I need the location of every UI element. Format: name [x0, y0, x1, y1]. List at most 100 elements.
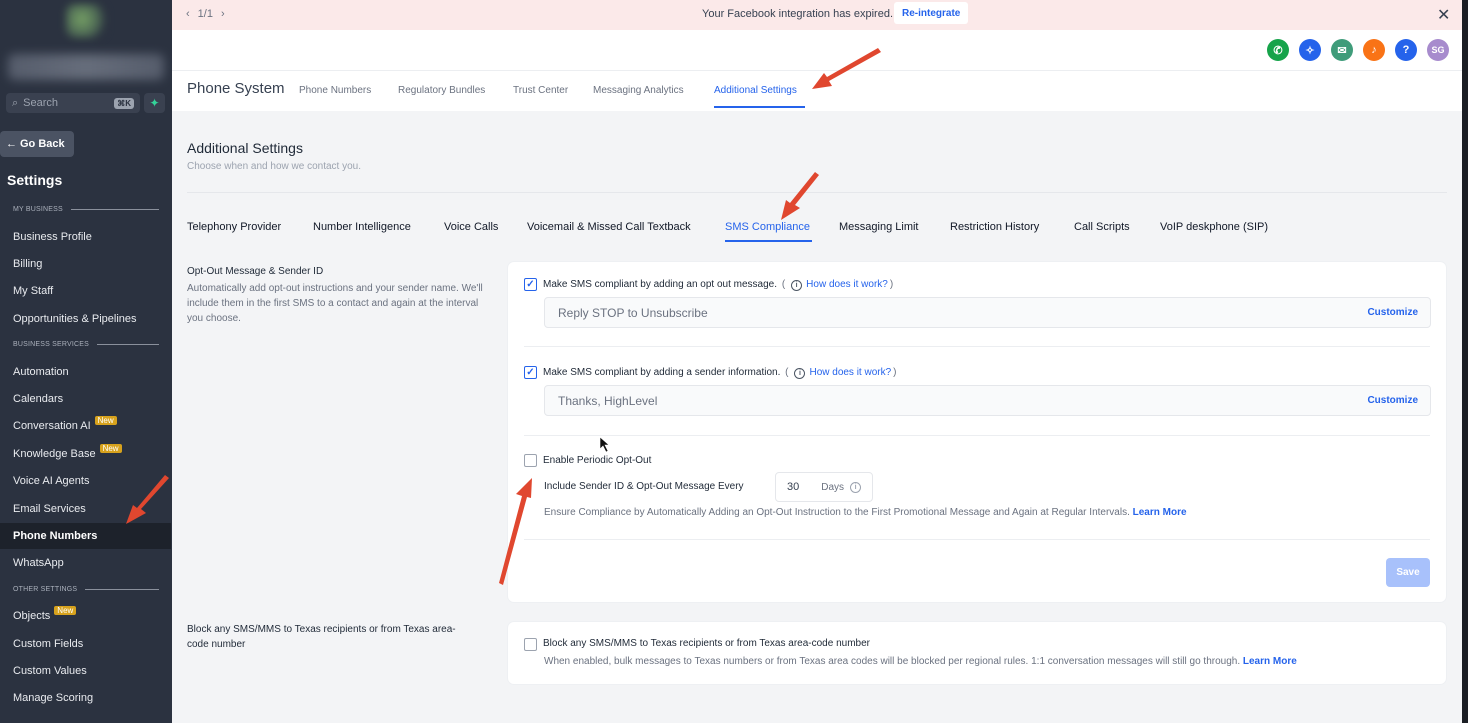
- main-content: ‹ 1/1 › Your Facebook integration has ex…: [172, 0, 1462, 723]
- sidebar-item-conversation-ai[interactable]: Conversation AI New: [13, 415, 117, 432]
- new-badge: New: [94, 415, 117, 425]
- sidebar-item-objects[interactable]: Objects New: [13, 605, 77, 622]
- opt-out-label: Make SMS compliant by adding an opt out …: [543, 279, 778, 290]
- compliance-note: Ensure Compliance by Automatically Addin…: [544, 507, 1187, 518]
- search-icon: ⌕: [12, 96, 19, 109]
- save-button[interactable]: Save: [1386, 558, 1430, 587]
- periodic-opt-out-checkbox[interactable]: [524, 454, 537, 467]
- texas-section-label: Block any SMS/MMS to Texas recipients or…: [187, 624, 456, 650]
- texas-card: [508, 622, 1446, 684]
- integration-banner: ‹ 1/1 › Your Facebook integration has ex…: [172, 0, 1462, 30]
- sidebar: ⌕ Search ⌘K ✦ ← Go Back Settings MY BUSI…: [0, 0, 172, 723]
- tab-voicemail[interactable]: Voicemail & Missed Call Textback: [527, 221, 691, 233]
- tab-voip-deskphone[interactable]: VoIP deskphone (SIP): [1160, 221, 1268, 233]
- page-title: Additional Settings: [187, 140, 303, 156]
- tab-call-scripts[interactable]: Call Scripts: [1074, 221, 1130, 233]
- customize-sender-button[interactable]: Customize: [1367, 395, 1418, 406]
- tab-regulatory-bundles[interactable]: Regulatory Bundles: [398, 85, 485, 96]
- sidebar-title: Settings: [7, 172, 63, 188]
- app-window: ⌕ Search ⌘K ✦ ← Go Back Settings MY BUSI…: [0, 0, 1468, 723]
- sidebar-section-business-services: BUSINESS SERVICES: [13, 341, 159, 348]
- megaphone-icon[interactable]: ✉: [1331, 39, 1353, 61]
- customize-opt-out-button[interactable]: Customize: [1367, 307, 1418, 318]
- go-back-button[interactable]: ← Go Back: [0, 131, 74, 157]
- texas-block-checkbox[interactable]: [524, 638, 537, 651]
- interval-label: Include Sender ID & Opt-Out Message Ever…: [544, 481, 744, 492]
- search-input[interactable]: ⌕ Search ⌘K: [6, 93, 140, 113]
- sidebar-item-calendars[interactable]: Calendars: [13, 393, 63, 405]
- how-it-works-link[interactable]: How does it work?: [809, 367, 891, 378]
- sender-info-row: Make SMS compliant by adding a sender in…: [543, 367, 897, 379]
- tab-telephony-provider[interactable]: Telephony Provider: [187, 221, 281, 233]
- active-tab-indicator: [714, 106, 805, 108]
- search-placeholder: Search: [23, 97, 59, 109]
- tab-voice-calls[interactable]: Voice Calls: [444, 221, 498, 233]
- learn-more-link[interactable]: Learn More: [1243, 656, 1297, 667]
- opt-out-message-field[interactable]: Reply STOP to Unsubscribe Customize: [544, 297, 1431, 328]
- tab-messaging-analytics[interactable]: Messaging Analytics: [593, 85, 684, 96]
- sender-info-field[interactable]: Thanks, HighLevel Customize: [544, 385, 1431, 416]
- sidebar-section-my-business: MY BUSINESS: [13, 206, 159, 213]
- chevron-left-icon[interactable]: ‹: [186, 8, 190, 20]
- sender-info-checkbox[interactable]: ✓: [524, 366, 537, 379]
- info-icon: i: [794, 368, 806, 379]
- sidebar-item-custom-values[interactable]: Custom Values: [13, 665, 87, 677]
- opt-out-checkbox[interactable]: ✓: [524, 278, 537, 291]
- tab-sms-compliance[interactable]: SMS Compliance: [725, 221, 810, 233]
- arrow-left-icon: ←: [6, 138, 17, 150]
- pager-count: 1/1: [197, 8, 213, 20]
- sidebar-item-billing[interactable]: Billing: [13, 258, 42, 270]
- learn-more-link[interactable]: Learn More: [1133, 507, 1187, 518]
- sidebar-item-business-profile[interactable]: Business Profile: [13, 231, 92, 243]
- banner-message: Your Facebook integration has expired.: [702, 8, 893, 20]
- tab-phone-numbers[interactable]: Phone Numbers: [299, 85, 371, 96]
- texas-note-text: When enabled, bulk messages to Texas num…: [544, 656, 1241, 667]
- sidebar-item-my-staff[interactable]: My Staff: [13, 285, 53, 297]
- close-icon[interactable]: ✕: [1437, 5, 1450, 25]
- sidebar-item-knowledge-base[interactable]: Knowledge Base New: [13, 443, 122, 460]
- help-icon[interactable]: ?: [1395, 39, 1417, 61]
- sidebar-item-whatsapp[interactable]: WhatsApp: [13, 557, 64, 569]
- phone-icon[interactable]: ✆: [1267, 39, 1289, 61]
- tab-trust-center[interactable]: Trust Center: [513, 85, 568, 96]
- sidebar-item-custom-fields[interactable]: Custom Fields: [13, 638, 83, 650]
- new-badge: New: [99, 443, 122, 453]
- divider: [524, 435, 1430, 436]
- subnav-title: Phone System: [187, 80, 285, 97]
- sidebar-item-voice-ai-agents[interactable]: Voice AI Agents: [13, 475, 89, 487]
- texas-note: When enabled, bulk messages to Texas num…: [544, 656, 1297, 667]
- sidebar-item-email-services[interactable]: Email Services: [13, 503, 86, 515]
- reintegrate-button[interactable]: Re-integrate: [894, 2, 969, 24]
- interval-unit: Days: [821, 481, 845, 493]
- bell-icon[interactable]: ♪: [1363, 39, 1385, 61]
- info-icon: i: [791, 280, 803, 291]
- divider: [187, 192, 1447, 193]
- account-switcher[interactable]: [8, 54, 164, 80]
- sidebar-item-automation[interactable]: Automation: [13, 366, 69, 378]
- tab-restriction-history[interactable]: Restriction History: [950, 221, 1039, 233]
- chevron-right-icon[interactable]: ›: [221, 8, 225, 20]
- tab-additional-settings[interactable]: Additional Settings: [714, 85, 797, 96]
- how-it-works-link[interactable]: How does it work?: [806, 279, 888, 290]
- quick-action-icon[interactable]: ✦: [144, 93, 165, 113]
- divider: [524, 346, 1430, 347]
- periodic-opt-out-label: Enable Periodic Opt-Out: [543, 455, 652, 466]
- sidebar-item-manage-scoring[interactable]: Manage Scoring: [13, 692, 93, 704]
- avatar[interactable]: SG: [1427, 39, 1449, 61]
- opt-out-message-value: Reply STOP to Unsubscribe: [558, 305, 708, 320]
- company-logo: [66, 4, 106, 38]
- info-icon: i: [850, 481, 862, 493]
- go-back-label: Go Back: [20, 138, 65, 150]
- tab-number-intelligence[interactable]: Number Intelligence: [313, 221, 411, 233]
- page-subtitle: Choose when and how we contact you.: [187, 161, 361, 172]
- interval-value: 30: [787, 481, 800, 493]
- sidebar-item-opportunities[interactable]: Opportunities & Pipelines: [13, 313, 137, 325]
- compliance-note-text: Ensure Compliance by Automatically Addin…: [544, 507, 1130, 518]
- sidebar-section-other-settings: OTHER SETTINGS: [13, 586, 159, 593]
- magic-icon[interactable]: ✧: [1299, 39, 1321, 61]
- optout-section-description: Automatically add opt-out instructions a…: [187, 283, 483, 324]
- interval-input[interactable]: 30 Days i: [775, 472, 873, 502]
- active-tab-indicator: [725, 240, 812, 242]
- tab-messaging-limit[interactable]: Messaging Limit: [839, 221, 918, 233]
- sidebar-item-phone-numbers[interactable]: Phone Numbers: [13, 530, 97, 542]
